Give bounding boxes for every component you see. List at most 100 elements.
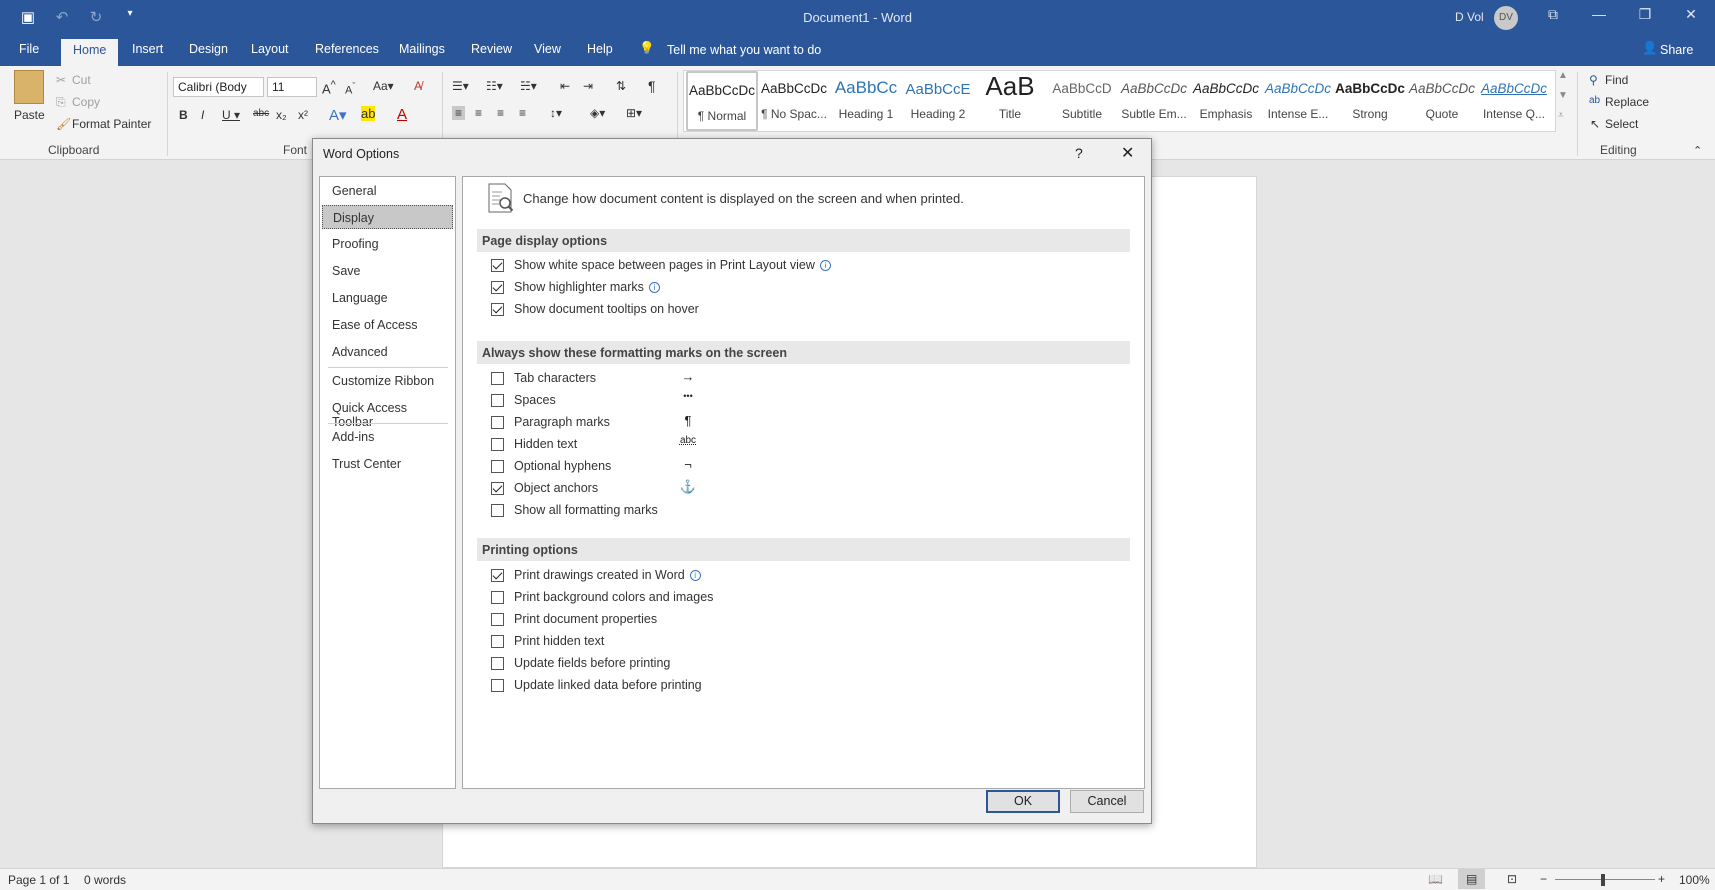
checkbox[interactable] [491, 437, 504, 451]
option-update-linked-data[interactable]: Update linked data before printing [491, 676, 702, 694]
nav-quick-access-toolbar[interactable]: Quick Access Toolbar [322, 396, 453, 429]
tab-home[interactable]: Home [61, 39, 119, 66]
subscript-icon[interactable]: x₂ [276, 108, 287, 122]
bold-icon[interactable]: B [179, 108, 188, 122]
checkbox[interactable] [491, 459, 504, 473]
checkbox[interactable] [491, 393, 504, 407]
font-color-icon[interactable]: A [397, 106, 407, 123]
numbering-icon[interactable]: ☷▾ [486, 79, 503, 93]
option-print-hidden-text[interactable]: Print hidden text [491, 632, 604, 650]
center-icon[interactable]: ≡ [475, 106, 482, 120]
help-button[interactable]: ? [1075, 145, 1083, 161]
style-strong[interactable]: AaBbCcDc Strong [1334, 71, 1406, 131]
option-object-anchors[interactable]: Object anchors [491, 479, 598, 497]
borders-icon[interactable]: ⊞▾ [626, 106, 642, 120]
option-update-fields[interactable]: Update fields before printing [491, 654, 670, 672]
multilevel-list-icon[interactable]: ☵▾ [520, 79, 537, 93]
zoom-level[interactable]: 100% [1679, 873, 1710, 887]
find-button[interactable]: Find [1605, 73, 1628, 87]
checkbox[interactable] [491, 481, 504, 495]
strikethrough-icon[interactable]: abc [253, 108, 269, 119]
style-emphasis[interactable]: AaBbCcDc Emphasis [1190, 71, 1262, 131]
align-right-icon[interactable]: ≡ [497, 106, 504, 120]
option-show-highlighter-marks[interactable]: Show highlighter marks i [491, 278, 660, 296]
checkbox[interactable] [491, 656, 504, 670]
style-no-spacing[interactable]: AaBbCcDc ¶ No Spac... [758, 71, 830, 131]
web-layout-icon[interactable]: ⊡ [1507, 872, 1517, 886]
superscript-icon[interactable]: x² [298, 108, 308, 122]
option-show-white-space[interactable]: Show white space between pages in Print … [491, 256, 831, 274]
checkbox[interactable] [491, 568, 504, 582]
ribbon-display-icon[interactable]: ⧉ [1538, 6, 1568, 23]
copy-button[interactable]: Copy [72, 95, 100, 109]
share-button[interactable]: Share [1660, 43, 1693, 57]
italic-icon[interactable]: I [201, 108, 204, 122]
checkbox[interactable] [491, 634, 504, 648]
tab-layout[interactable]: Layout [251, 42, 289, 56]
zoom-out-icon[interactable]: − [1540, 872, 1547, 886]
option-tab-characters[interactable]: Tab characters [491, 369, 596, 387]
read-mode-icon[interactable]: 📖 [1428, 872, 1443, 886]
decrease-indent-icon[interactable]: ⇤ [560, 79, 570, 93]
paste-button[interactable]: Paste [14, 108, 45, 122]
justify-icon[interactable]: ≡ [519, 106, 526, 120]
change-case-icon[interactable]: Aa▾ [373, 79, 394, 93]
align-left-icon[interactable]: ≡ [452, 106, 466, 120]
replace-button[interactable]: Replace [1605, 95, 1649, 109]
show-hide-marks-icon[interactable]: ¶ [648, 78, 656, 94]
checkbox[interactable] [491, 280, 504, 294]
shrink-font-icon[interactable]: Aˇ [345, 81, 355, 97]
zoom-slider[interactable] [1555, 879, 1655, 880]
increase-indent-icon[interactable]: ⇥ [583, 79, 593, 93]
tab-design[interactable]: Design [189, 42, 228, 56]
font-size-dropdown[interactable]: 11 [267, 77, 317, 97]
checkbox[interactable] [491, 590, 504, 604]
checkbox[interactable] [491, 415, 504, 429]
close-icon[interactable]: ✕ [1121, 143, 1134, 163]
style-intense-emphasis[interactable]: AaBbCcDc Intense E... [1262, 71, 1334, 131]
zoom-slider-thumb[interactable] [1601, 874, 1605, 886]
nav-display[interactable]: Display [322, 205, 453, 229]
option-print-document-properties[interactable]: Print document properties [491, 610, 657, 628]
nav-save[interactable]: Save [322, 259, 453, 283]
option-print-drawings[interactable]: Print drawings created in Word i [491, 566, 701, 584]
checkbox[interactable] [491, 503, 504, 517]
checkbox[interactable] [491, 678, 504, 692]
tab-references[interactable]: References [315, 42, 379, 56]
option-paragraph-marks[interactable]: Paragraph marks [491, 413, 610, 431]
nav-trust-center[interactable]: Trust Center [322, 452, 453, 476]
underline-icon[interactable]: U ▾ [222, 108, 240, 122]
text-effects-icon[interactable]: A▾ [329, 106, 347, 124]
zoom-in-icon[interactable]: + [1658, 872, 1665, 886]
option-show-document-tooltips[interactable]: Show document tooltips on hover [491, 300, 699, 318]
avatar[interactable]: DV [1494, 6, 1518, 30]
clear-formatting-icon[interactable]: A̸ [414, 79, 422, 93]
nav-general[interactable]: General [322, 179, 453, 203]
style-subtle-emphasis[interactable]: AaBbCcDc Subtle Em... [1118, 71, 1190, 131]
nav-ease-of-access[interactable]: Ease of Access [322, 313, 453, 337]
tab-review[interactable]: Review [471, 42, 512, 56]
cancel-button[interactable]: Cancel [1070, 790, 1144, 813]
nav-language[interactable]: Language [322, 286, 453, 310]
style-normal[interactable]: AaBbCcDc ¶ Normal [686, 71, 758, 131]
bullets-icon[interactable]: ☰▾ [452, 79, 469, 93]
tab-mailings[interactable]: Mailings [399, 42, 445, 56]
tab-file[interactable]: File [19, 42, 39, 56]
option-optional-hyphens[interactable]: Optional hyphens [491, 457, 611, 475]
shading-icon[interactable]: ◈▾ [590, 106, 605, 120]
style-heading-1[interactable]: AaBbCc Heading 1 [830, 71, 902, 131]
nav-add-ins[interactable]: Add-ins [322, 425, 453, 449]
nav-customize-ribbon[interactable]: Customize Ribbon [322, 369, 453, 393]
cut-button[interactable]: Cut [72, 73, 91, 87]
option-print-background[interactable]: Print background colors and images [491, 588, 713, 606]
tab-help[interactable]: Help [587, 42, 613, 56]
ok-button[interactable]: OK [986, 790, 1060, 813]
page-count[interactable]: Page 1 of 1 [8, 873, 69, 887]
gallery-scroll-down-icon[interactable]: ▼ [1558, 90, 1568, 101]
collapse-ribbon-icon[interactable]: ⌃ [1693, 144, 1702, 157]
grow-font-icon[interactable]: A^ [322, 79, 336, 96]
format-painter-button[interactable]: Format Painter [72, 117, 151, 131]
option-hidden-text[interactable]: Hidden text [491, 435, 577, 453]
gallery-scroll-up-icon[interactable]: ▲ [1558, 70, 1568, 81]
style-subtitle[interactable]: AaBbCcD Subtitle [1046, 71, 1118, 131]
